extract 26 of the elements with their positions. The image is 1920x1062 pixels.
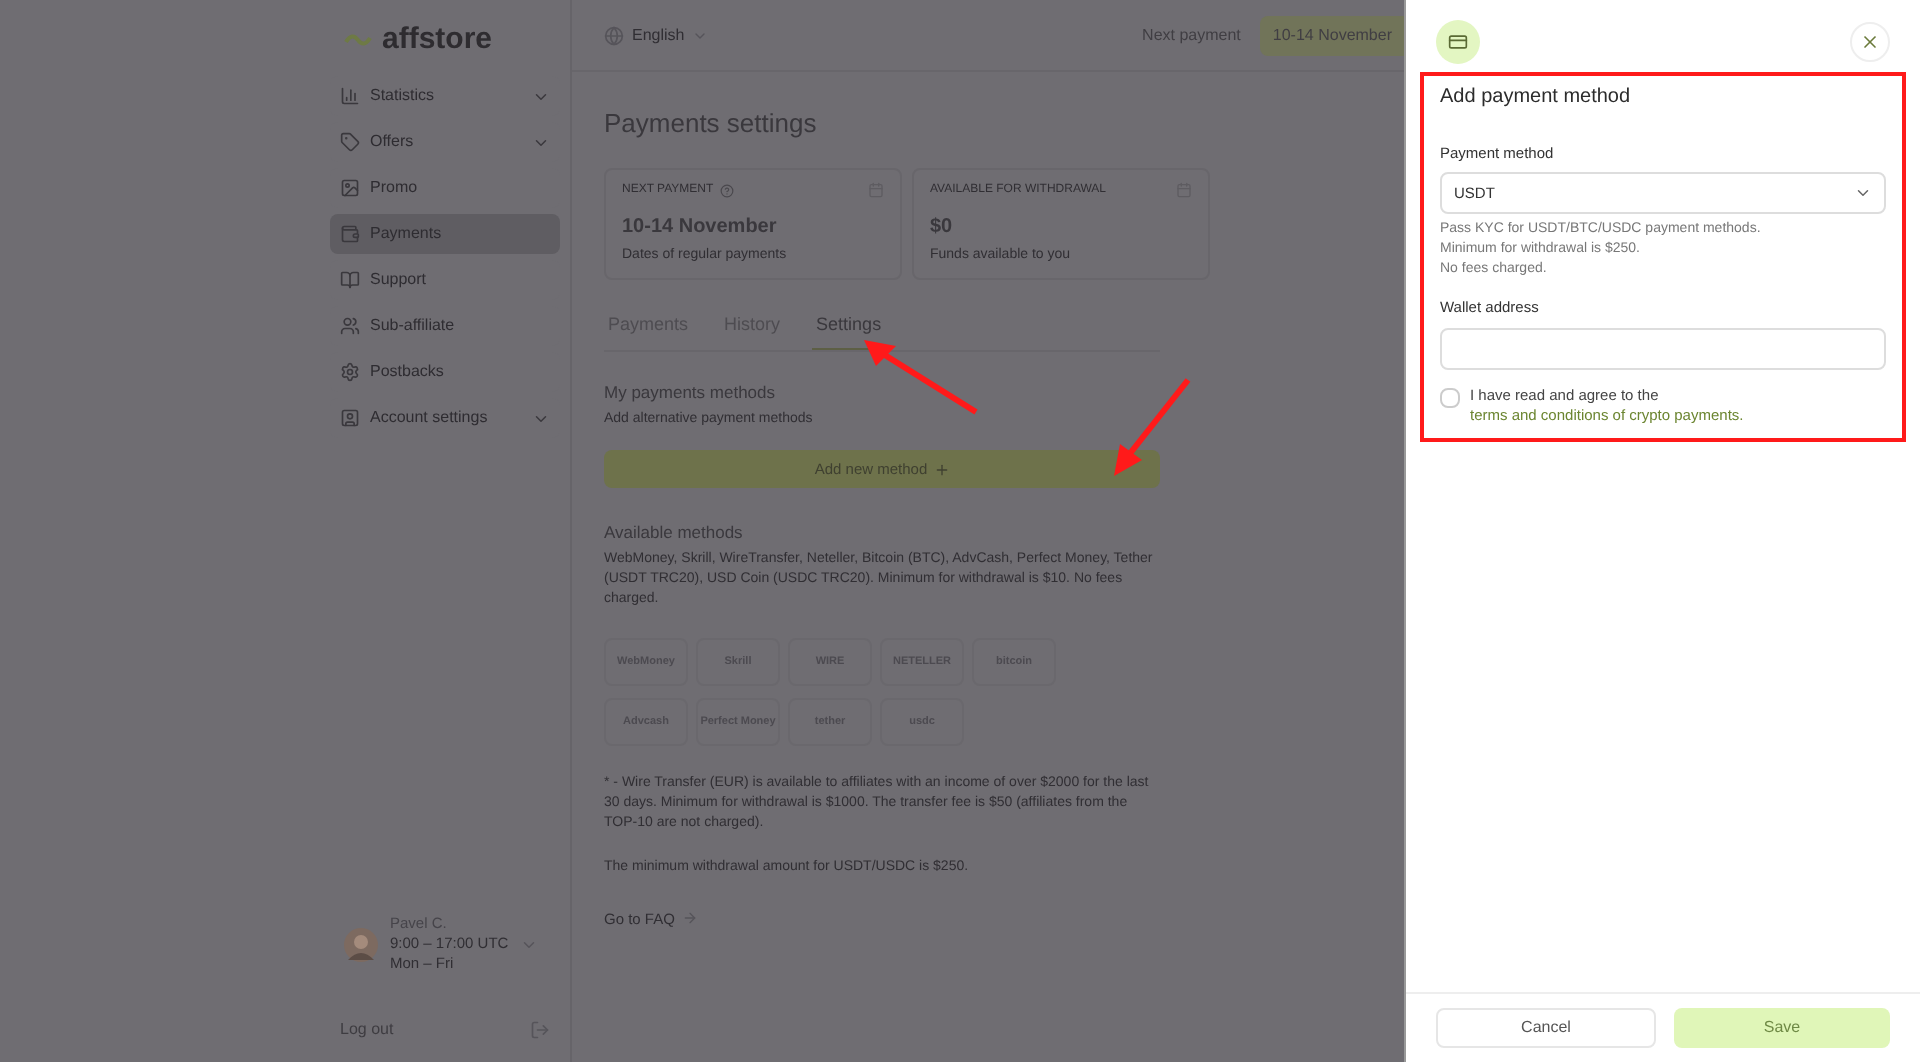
help-icon[interactable]	[719, 183, 734, 197]
annotation-arrow	[1108, 376, 1196, 480]
brand-name: affstore	[382, 19, 493, 60]
logout-icon[interactable]	[530, 1020, 550, 1040]
chart-icon	[340, 86, 360, 106]
close-button[interactable]	[1850, 22, 1890, 62]
annotation-arrow	[860, 336, 984, 420]
tag-icon	[340, 132, 360, 152]
card-icon	[1448, 32, 1468, 52]
users-icon	[340, 316, 360, 336]
agree-checkbox[interactable]	[1440, 387, 1460, 407]
close-icon	[1860, 32, 1880, 52]
plus-icon	[933, 461, 950, 478]
book-icon	[340, 270, 360, 290]
globe-icon	[604, 25, 624, 45]
image-icon	[340, 178, 360, 198]
user-icon	[340, 408, 360, 428]
panel-title: Add payment method	[1440, 84, 1633, 112]
avatar	[344, 927, 378, 961]
wallet-address-field[interactable]	[1440, 327, 1886, 369]
language-selector[interactable]: English	[632, 23, 685, 47]
cancel-button[interactable]: Cancel	[1436, 1008, 1656, 1048]
gear-icon	[340, 362, 360, 382]
wallet-icon	[340, 224, 360, 244]
arrow-icon	[682, 910, 699, 927]
logo-icon	[344, 32, 372, 48]
